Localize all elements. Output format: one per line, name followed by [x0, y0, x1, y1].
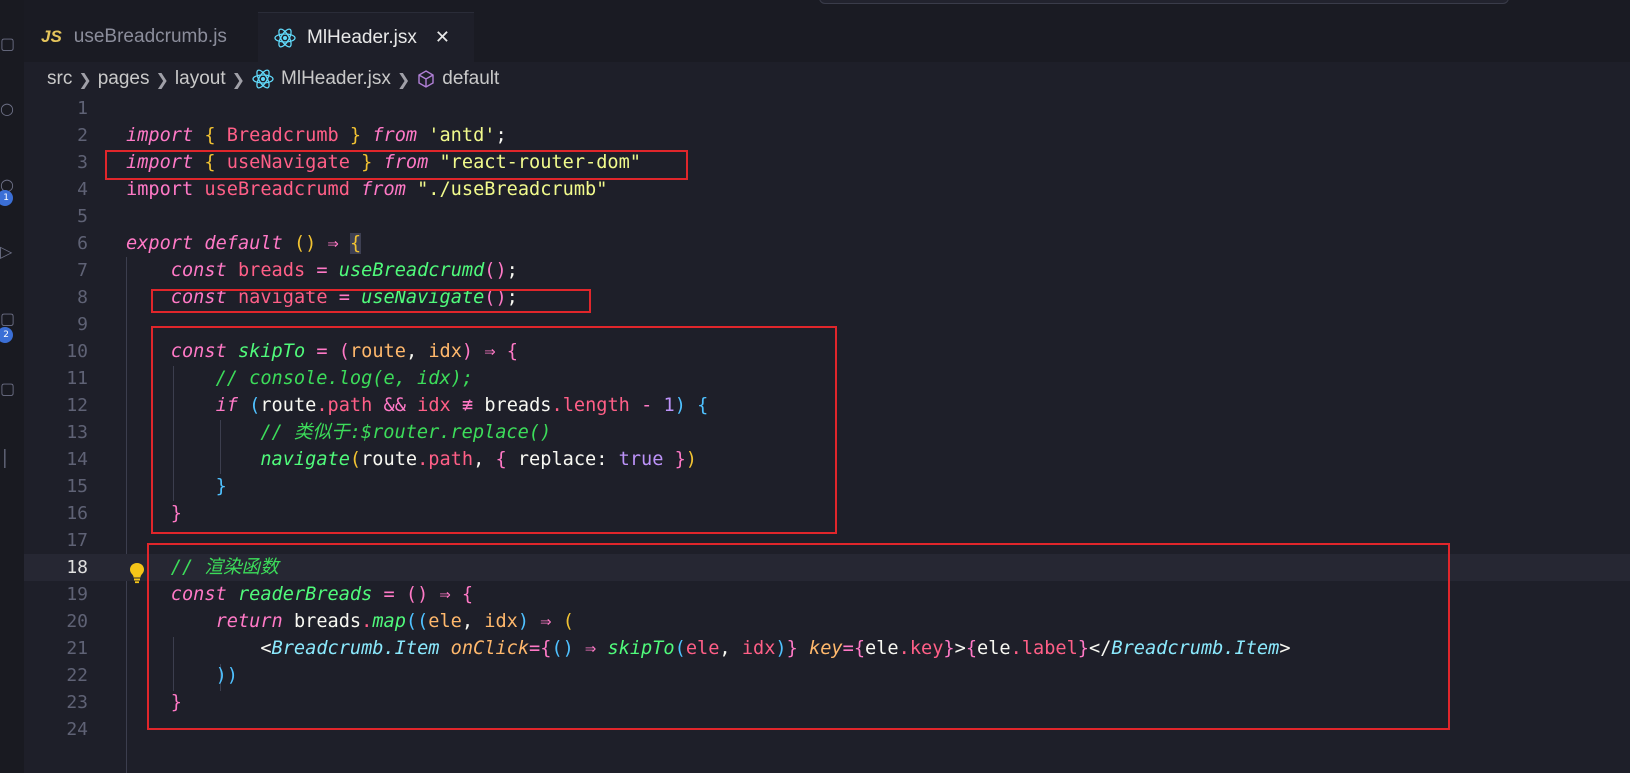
- line-number: 14: [66, 449, 88, 470]
- line-number: 21: [66, 638, 88, 659]
- code-text: import useBreadcrumd from "./useBreadcru…: [126, 179, 608, 200]
- source-control-badge: 1: [0, 190, 13, 206]
- line-number: 7: [77, 260, 88, 281]
- chevron-right-icon: ❯: [78, 69, 92, 89]
- line-number: 15: [66, 476, 88, 497]
- line-number: 6: [77, 233, 88, 254]
- line-number: 13: [66, 422, 88, 443]
- line-number: 9: [77, 314, 88, 335]
- line-number: 19: [66, 584, 88, 605]
- line-number: 10: [66, 341, 88, 362]
- breadcrumb-item-src[interactable]: src: [47, 68, 72, 90]
- command-center[interactable]: [819, 0, 1509, 4]
- tab-label: MlHeader.jsx: [307, 26, 417, 48]
- code-line: 6 export default () ⇒ {: [24, 230, 1630, 257]
- chevron-right-icon: ❯: [396, 69, 411, 89]
- line-number: 4: [77, 179, 88, 200]
- line-number: 17: [66, 530, 88, 551]
- panel-icon[interactable]: │: [0, 450, 18, 468]
- lightbulb-icon[interactable]: [128, 562, 146, 584]
- line-number: 23: [66, 692, 88, 713]
- search-icon[interactable]: ○: [0, 100, 18, 118]
- line-number: 20: [66, 611, 88, 632]
- code-line: 4 import useBreadcrumd from "./useBreadc…: [24, 176, 1630, 203]
- breadcrumb-item-pages[interactable]: pages: [98, 68, 150, 90]
- extensions-badge: 2: [0, 327, 13, 343]
- line-number: 5: [77, 206, 88, 227]
- highlight-box-skipto-function: [151, 326, 837, 534]
- chevron-right-icon: ❯: [231, 69, 246, 89]
- line-number: 12: [66, 395, 88, 416]
- breadcrumb-item-file[interactable]: MlHeader.jsx: [281, 68, 391, 90]
- tab-label: useBreadcrumb.js: [73, 26, 227, 47]
- line-number: 18: [66, 557, 88, 578]
- files-icon[interactable]: ▢: [0, 35, 18, 53]
- breadcrumb-item-layout[interactable]: layout: [175, 68, 226, 90]
- code-line: 5: [24, 203, 1630, 230]
- breadcrumb-item-symbol[interactable]: default: [442, 68, 499, 90]
- extensions-icon[interactable]: ▢: [0, 310, 18, 328]
- close-icon[interactable]: ✕: [435, 27, 450, 48]
- line-number: 22: [66, 665, 88, 686]
- code-line: 7 const breads = useBreadcrumd();: [24, 257, 1630, 284]
- highlight-box-navigate-const: [151, 289, 591, 313]
- code-text: const breads = useBreadcrumd();: [170, 260, 518, 281]
- line-number: 24: [66, 719, 88, 740]
- highlight-box-render-function: [147, 543, 1450, 730]
- line-number: 1: [77, 98, 88, 119]
- tab-usebreadcrumb[interactable]: JS useBreadcrumb.js: [24, 12, 258, 62]
- react-file-icon: [252, 69, 274, 89]
- line-number: 3: [77, 152, 88, 173]
- editor-tab-bar: JS useBreadcrumb.js MlHeader.jsx ✕: [24, 0, 1630, 62]
- code-line: 2 import { Breadcrumb } from 'antd';: [24, 122, 1630, 149]
- code-editor[interactable]: 1 2 import { Breadcrumb } from 'antd'; 3…: [24, 95, 1630, 773]
- react-file-icon: [274, 27, 296, 48]
- breadcrumb: src ❯ pages ❯ layout ❯ MlHeader.jsx ❯ de…: [47, 66, 499, 92]
- line-number: 2: [77, 125, 88, 146]
- line-number: 8: [77, 287, 88, 308]
- code-text: import { Breadcrumb } from 'antd';: [126, 125, 507, 146]
- chevron-right-icon: ❯: [155, 69, 169, 89]
- symbol-method-icon: [418, 70, 434, 88]
- activity-bar: ▢ ○ ○ 1 ▷ ▢ 2 ▢ │: [0, 0, 24, 773]
- highlight-box-import-usenavigate: [105, 150, 688, 180]
- code-line: 1: [24, 95, 1630, 122]
- line-number: 16: [66, 503, 88, 524]
- code-text: export default () ⇒ {: [126, 233, 362, 254]
- run-debug-icon[interactable]: ▷: [0, 243, 18, 261]
- javascript-file-icon: JS: [41, 27, 62, 46]
- line-number: 11: [66, 368, 88, 389]
- tab-mlheader[interactable]: MlHeader.jsx ✕: [258, 12, 474, 62]
- remote-explorer-icon[interactable]: ▢: [0, 380, 18, 398]
